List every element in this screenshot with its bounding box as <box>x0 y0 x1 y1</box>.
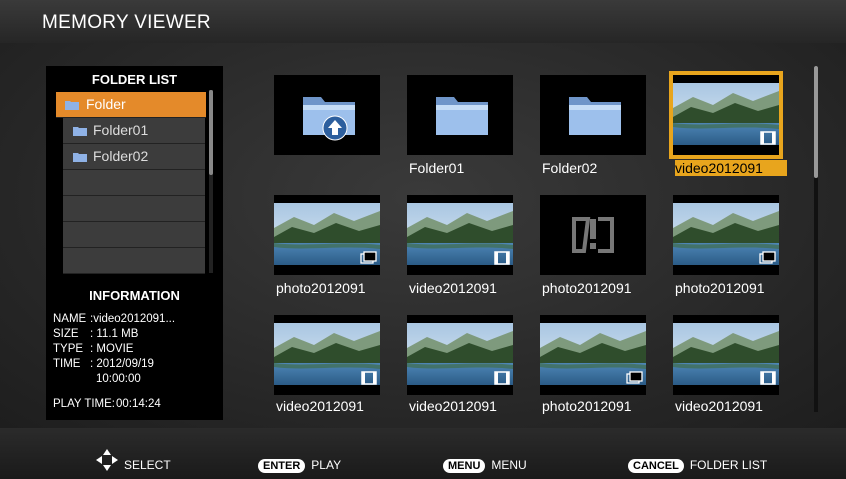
tile-label: Folder01 <box>409 160 465 176</box>
video-tile[interactable] <box>407 315 513 395</box>
dpad-arrows-icon <box>96 449 118 471</box>
tile-label: Folder02 <box>542 160 598 176</box>
photo-tile[interactable] <box>540 315 646 395</box>
folder-item-folder02[interactable]: Folder02 <box>63 144 205 170</box>
video-tile[interactable] <box>673 315 779 395</box>
menu-action: MENU <box>491 458 527 472</box>
video-tile[interactable] <box>669 71 783 159</box>
scrollbar-thumb[interactable] <box>209 90 213 175</box>
tile-label: photo2012091 <box>542 398 632 414</box>
up-arrow-icon <box>322 115 348 141</box>
info-size-label: SIZE <box>53 328 79 340</box>
information-title: INFORMATION <box>89 288 180 303</box>
folder-item-root[interactable]: Folder <box>56 92 206 118</box>
folder-icon <box>65 101 79 110</box>
folder-tile[interactable] <box>540 75 646 155</box>
folder-item-empty <box>63 222 205 248</box>
hint-enter: ENTER PLAY <box>258 458 341 473</box>
folder-item-label: Folder01 <box>93 122 149 138</box>
folder-list-scrollbar[interactable] <box>209 90 213 273</box>
cancel-action: FOLDER LIST <box>689 458 768 472</box>
video-tile[interactable] <box>274 315 380 395</box>
folder-item-empty <box>63 196 205 222</box>
folder-tile[interactable] <box>407 75 513 155</box>
folder-item-folder01[interactable]: Folder01 <box>63 118 205 144</box>
info-size-value: : 11.1 MB <box>90 328 139 340</box>
photo-icon <box>626 371 643 384</box>
unsupported-file-icon <box>572 217 614 253</box>
folder-icon <box>73 153 87 162</box>
tile-label: video2012091 <box>276 398 364 414</box>
folder-icon <box>73 127 87 136</box>
info-time-label: TIME <box>53 358 81 370</box>
film-icon <box>361 371 377 385</box>
hint-select: SELECT <box>124 458 171 472</box>
title-bar: MEMORY VIEWER <box>0 0 846 43</box>
folder-item-label: Folder02 <box>93 148 149 164</box>
folder-list-title: FOLDER LIST <box>91 72 178 87</box>
folder-item-empty <box>63 248 205 274</box>
tile-label: video2012091 <box>409 280 497 296</box>
enter-key-label: ENTER <box>258 459 306 473</box>
photo-icon <box>759 251 776 264</box>
info-playtime-value: 00:14:24 <box>116 398 161 410</box>
folder-icon <box>436 97 488 135</box>
film-icon <box>494 251 510 265</box>
cancel-key-label: CANCEL <box>628 459 684 473</box>
film-icon <box>760 371 776 385</box>
enter-action: PLAY <box>311 458 342 472</box>
tile-label: photo2012091 <box>276 280 366 296</box>
app-title: MEMORY VIEWER <box>42 12 211 33</box>
photo-tile[interactable] <box>673 195 779 275</box>
hint-cancel: CANCEL FOLDER LIST <box>628 458 767 473</box>
info-playtime-label: PLAY TIME: <box>53 398 115 410</box>
info-name-value: :video2012091... <box>90 313 176 325</box>
video-tile[interactable] <box>407 195 513 275</box>
folder-item-label: Folder <box>86 96 126 112</box>
info-type-value: : MOVIE <box>90 343 134 355</box>
film-icon <box>494 371 510 385</box>
photo-icon <box>360 251 377 264</box>
grid-scrollbar[interactable] <box>814 66 818 412</box>
error-tile[interactable] <box>540 195 646 275</box>
hint-menu: MENU MENU <box>443 458 527 473</box>
film-icon <box>760 131 776 145</box>
folder-icon <box>569 97 621 135</box>
scrollbar-thumb[interactable] <box>814 66 818 178</box>
info-name-label: NAME <box>53 313 87 325</box>
tile-label: photo2012091 <box>675 280 765 296</box>
tile-label: video2012091 <box>409 398 497 414</box>
up-folder-tile[interactable] <box>274 75 380 155</box>
info-type-label: TYPE <box>53 343 84 355</box>
tile-label: photo2012091 <box>542 280 632 296</box>
photo-tile[interactable] <box>274 195 380 275</box>
tile-label: video2012091 <box>675 160 787 176</box>
folder-item-empty <box>63 170 205 196</box>
info-time-value-2: 10:00:00 <box>96 373 141 385</box>
menu-key-label: MENU <box>443 459 486 473</box>
tile-label: video2012091 <box>675 398 763 414</box>
info-time-value: : 2012/09/19 <box>90 358 154 370</box>
